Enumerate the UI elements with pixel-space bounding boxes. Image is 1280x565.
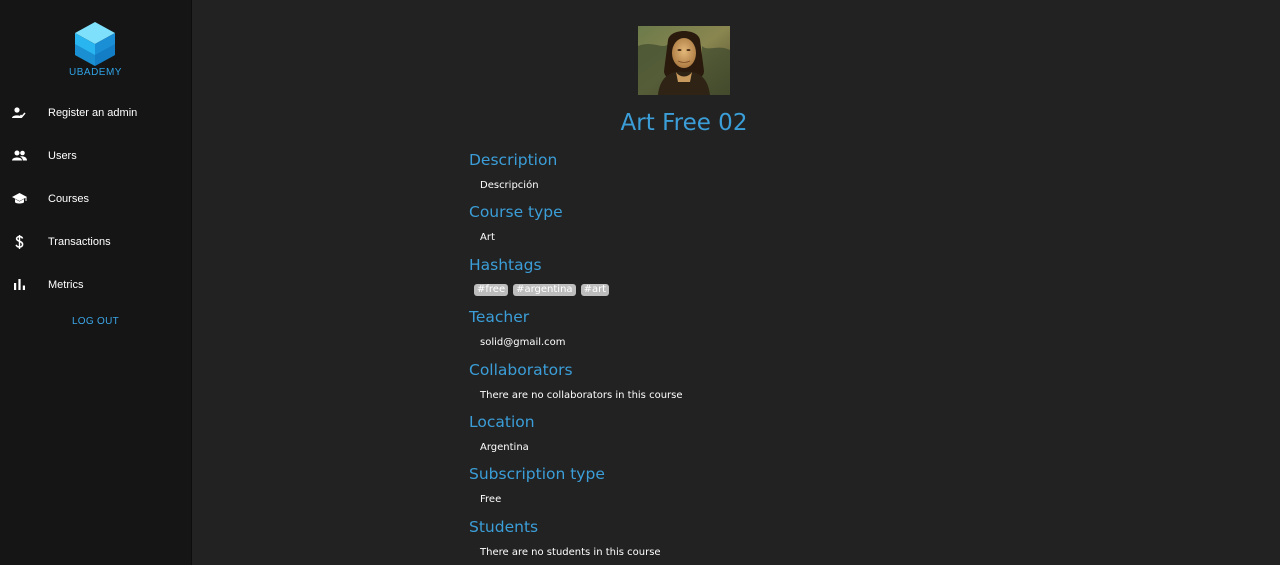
hashtag-chip: #argentina bbox=[513, 283, 576, 296]
bar-chart-icon bbox=[11, 277, 27, 293]
section-title: Location bbox=[469, 412, 535, 431]
person-check-icon bbox=[11, 105, 27, 121]
section-title: Hashtags bbox=[469, 255, 542, 274]
hashtag-list: #free #argentina #art bbox=[469, 283, 969, 296]
sidebar-item-label: Courses bbox=[48, 192, 89, 205]
cube-logo-icon bbox=[75, 22, 116, 66]
collaborators-value: There are no collaborators in this cours… bbox=[480, 389, 683, 401]
sidebar: UBADEMY Register an admin Users Courses … bbox=[0, 0, 192, 565]
sidebar-item-register-admin[interactable]: Register an admin bbox=[0, 91, 191, 134]
course-details: Description Descripción Course type Art … bbox=[469, 149, 969, 565]
section-title: Description bbox=[469, 151, 558, 169]
section-students: Students There are no students in this c… bbox=[469, 516, 969, 565]
logo[interactable]: UBADEMY bbox=[69, 22, 122, 79]
location-value: Argentina bbox=[480, 441, 529, 453]
subscription-type-value: Free bbox=[480, 494, 502, 506]
logout-button[interactable]: LOG OUT bbox=[64, 312, 127, 331]
section-course-type: Course type Art bbox=[469, 201, 969, 253]
students-value: There are no students in this course bbox=[480, 546, 661, 558]
course-title: Art Free 02 bbox=[620, 110, 748, 136]
section-subscription-type: Subscription type Free bbox=[469, 463, 969, 515]
section-title: Collaborators bbox=[469, 360, 573, 379]
section-teacher: Teacher solid@gmail.com bbox=[469, 306, 969, 358]
section-title: Subscription type bbox=[469, 465, 605, 484]
sidebar-nav: Register an admin Users Courses Transact… bbox=[0, 91, 191, 306]
dollar-icon bbox=[11, 234, 27, 250]
section-title: Teacher bbox=[469, 308, 530, 327]
section-location: Location Argentina bbox=[469, 411, 969, 463]
section-hashtags: Hashtags #free #argentina #art bbox=[469, 254, 969, 306]
section-title: Students bbox=[469, 517, 539, 536]
course-type-value: Art bbox=[480, 232, 495, 244]
app-root: UBADEMY Register an admin Users Courses … bbox=[0, 0, 1280, 565]
teacher-value: solid@gmail.com bbox=[480, 337, 566, 349]
sidebar-item-label: Metrics bbox=[48, 278, 84, 291]
hashtag-chip: #free bbox=[474, 283, 509, 296]
section-title: Course type bbox=[469, 203, 563, 222]
sidebar-item-label: Register an admin bbox=[48, 106, 138, 119]
sidebar-item-metrics[interactable]: Metrics bbox=[0, 263, 191, 306]
section-collaborators: Collaborators There are no collaborators… bbox=[469, 359, 969, 411]
people-icon bbox=[11, 148, 27, 164]
logo-text: UBADEMY bbox=[69, 67, 122, 78]
course-image bbox=[638, 26, 730, 95]
sidebar-item-transactions[interactable]: Transactions bbox=[0, 220, 191, 263]
sidebar-item-users[interactable]: Users bbox=[0, 134, 191, 177]
sidebar-item-label: Users bbox=[48, 149, 77, 162]
sidebar-item-courses[interactable]: Courses bbox=[0, 177, 191, 220]
hashtag-chip: #art bbox=[580, 283, 610, 296]
section-description: Description Descripción bbox=[469, 149, 969, 201]
main-content: Art Free 02 Description Descripción Cour… bbox=[192, 0, 1280, 565]
sidebar-item-label: Transactions bbox=[48, 235, 111, 248]
description-value: Descripción bbox=[480, 180, 539, 191]
school-icon bbox=[11, 191, 27, 207]
